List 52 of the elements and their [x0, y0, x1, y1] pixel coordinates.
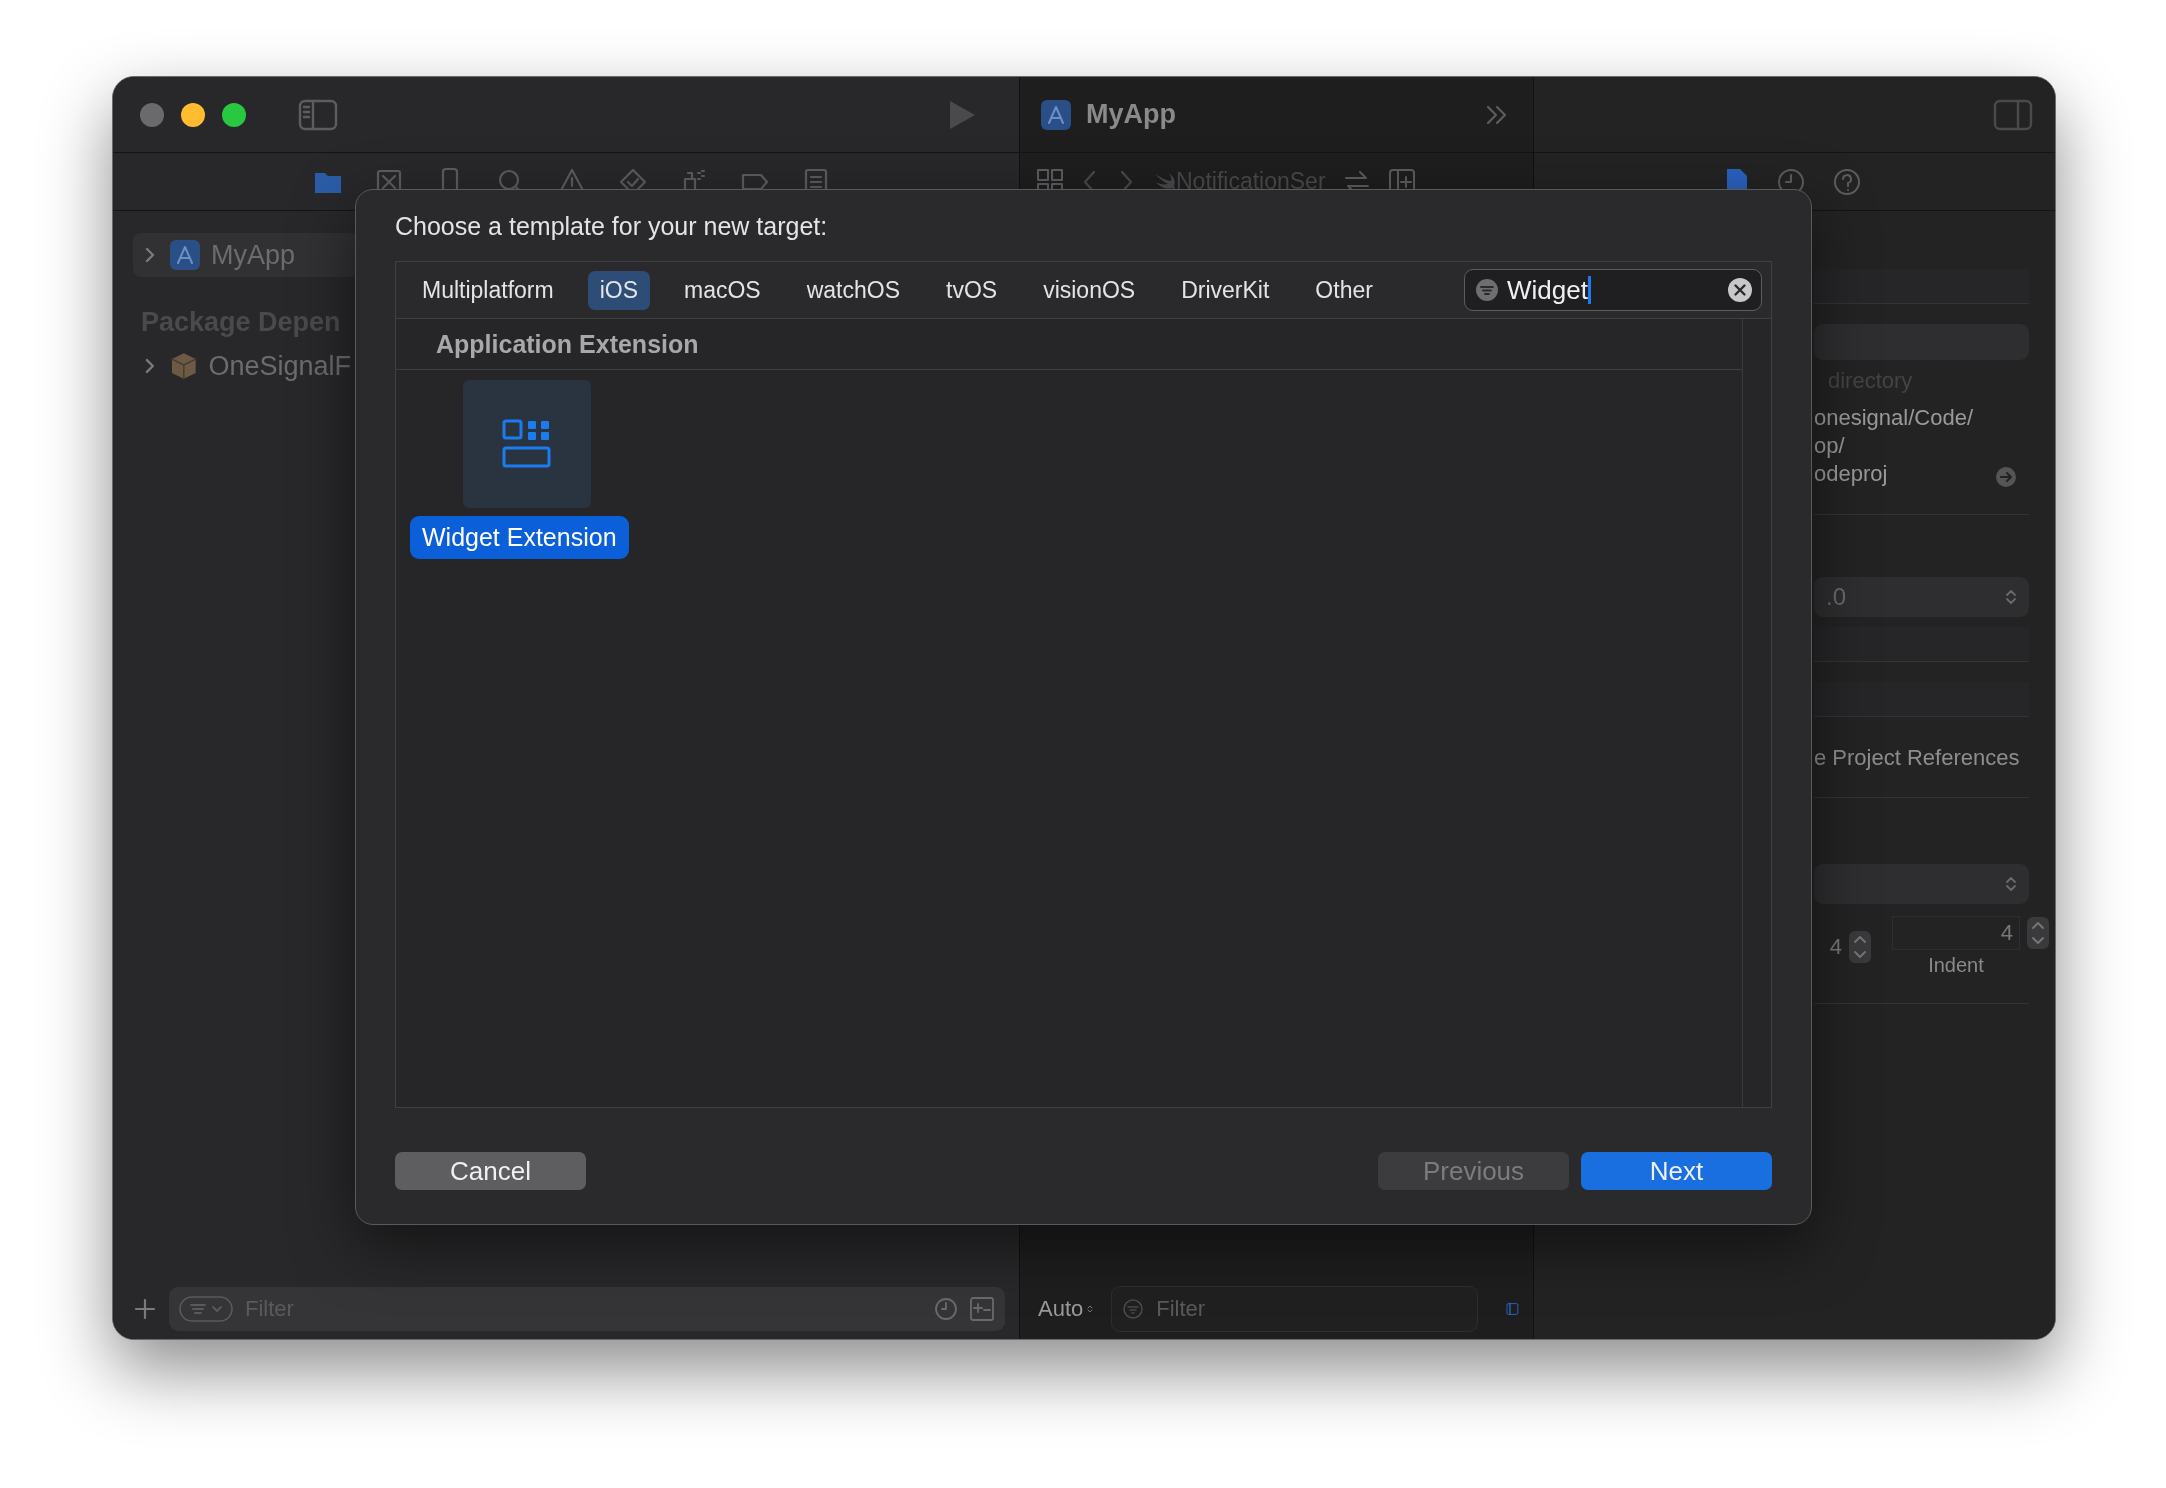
add-icon[interactable]	[133, 1297, 157, 1321]
sidebar-toggle-icon[interactable]	[298, 98, 338, 131]
filter-icon	[1475, 278, 1499, 302]
editor-title: MyApp	[1086, 99, 1176, 130]
template-label[interactable]: Widget Extension	[410, 516, 629, 559]
filter-bar[interactable]: Filter	[1111, 1286, 1479, 1332]
inspector-toggle-icon[interactable]	[1993, 98, 2033, 131]
play-icon[interactable]	[947, 98, 977, 131]
close-button[interactable]	[140, 102, 164, 127]
number-field[interactable]: 4	[1814, 930, 1842, 963]
checkbox-label: e Project References	[1814, 745, 2021, 771]
filter-field[interactable]: Filter	[1154, 1295, 1468, 1323]
path-text: op/	[1814, 432, 1846, 460]
updown-icon	[2005, 587, 2017, 607]
number-field[interactable]: 4	[1892, 916, 2020, 950]
package-icon	[168, 351, 199, 381]
platform-tab[interactable]: macOS	[672, 270, 773, 310]
app-icon	[169, 239, 201, 271]
search-field[interactable]: Widget	[1464, 269, 1762, 311]
project-name: MyApp	[211, 239, 296, 271]
clock-icon	[933, 1296, 959, 1322]
next-button[interactable]: Next	[1581, 1152, 1772, 1190]
template-icon-tile[interactable]	[463, 380, 592, 508]
text-field[interactable]	[1814, 269, 2029, 304]
platform-tab[interactable]: visionOS	[1031, 270, 1148, 310]
path-text: odeproj	[1814, 460, 1889, 488]
widget-icon	[502, 419, 553, 469]
platform-tab[interactable]: DriverKit	[1169, 270, 1282, 310]
clear-icon[interactable]	[1727, 277, 1753, 303]
section-heading: Application Extension	[396, 319, 1742, 370]
mode-popup[interactable]: Auto	[1038, 1296, 1084, 1322]
platform-tab[interactable]: iOS	[587, 270, 650, 310]
platform-tab[interactable]: tvOS	[934, 270, 1010, 310]
app-icon	[1040, 98, 1072, 131]
text-field[interactable]	[1814, 627, 2029, 662]
platform-tab[interactable]: Other	[1303, 270, 1385, 310]
dialog-title: Choose a template for your new target:	[395, 211, 829, 242]
minimize-button[interactable]	[181, 102, 205, 127]
zoom-button[interactable]	[222, 102, 246, 127]
stepper-icon[interactable]	[2026, 916, 2050, 950]
cancel-button[interactable]: Cancel	[395, 1152, 586, 1190]
text-field[interactable]	[1814, 682, 2029, 717]
path-text: onesignal/Code/	[1814, 404, 1973, 432]
platform-tab[interactable]: watchOS	[794, 270, 912, 310]
filter-icon	[1122, 1298, 1145, 1320]
help-icon[interactable]	[1832, 166, 1862, 197]
updown-icon	[2005, 874, 2017, 894]
stepper-icon[interactable]	[1848, 929, 1872, 964]
field-label: Indent	[1928, 954, 1984, 977]
platform-tab[interactable]: Multiplatform	[410, 270, 566, 310]
plus-minus-icon	[969, 1296, 995, 1322]
filter-menu-icon	[179, 1296, 233, 1322]
